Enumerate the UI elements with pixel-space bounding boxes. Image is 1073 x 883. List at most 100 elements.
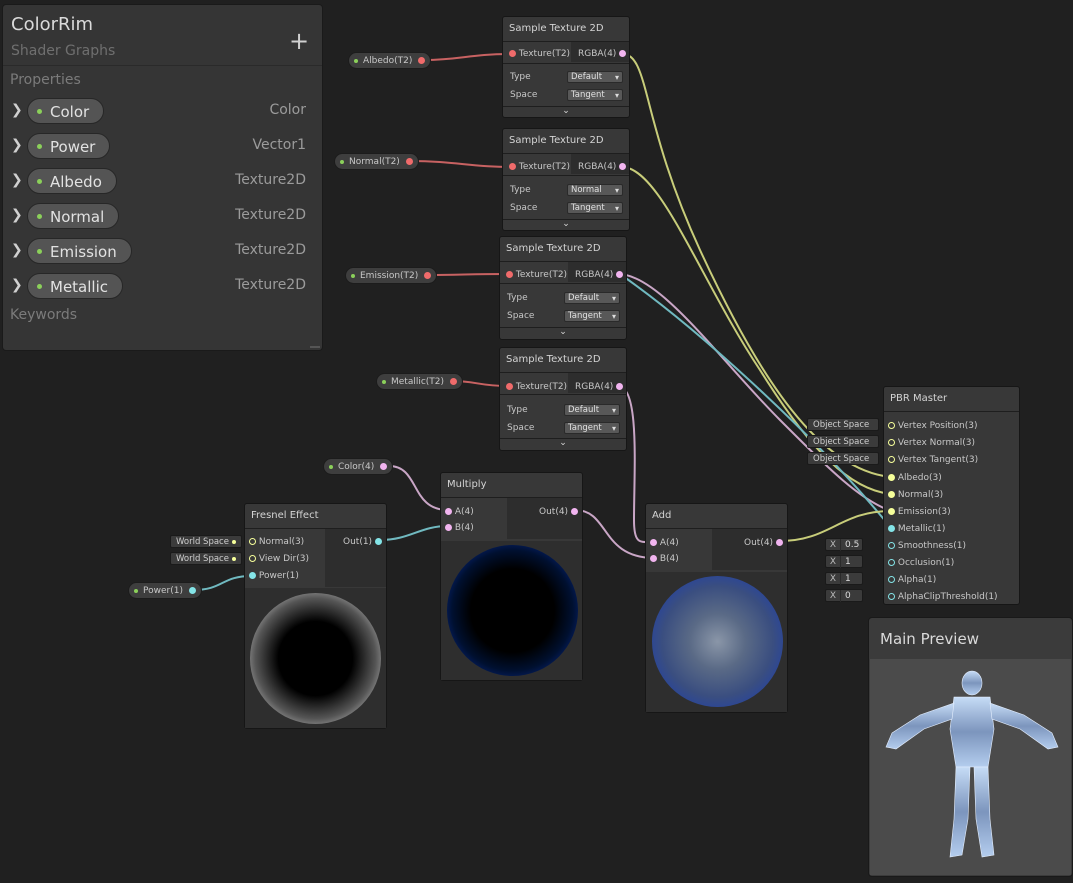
main-preview-viewport[interactable] xyxy=(870,659,1071,875)
output-port[interactable] xyxy=(619,50,627,57)
sample-texture-node-albedo[interactable]: Sample Texture 2D Texture(T2) RGBA(4) Ty… xyxy=(502,16,630,118)
fresnel-effect-node[interactable]: Fresnel Effect Normal(3) View Dir(3) Pow… xyxy=(244,503,387,729)
occlusion-slot[interactable]: Occlusion(1) xyxy=(888,558,954,568)
type-dropdown[interactable]: Default xyxy=(564,404,620,416)
texture-input-slot[interactable]: Texture(T2) xyxy=(506,382,567,392)
emission-slot[interactable]: Emission(3) xyxy=(888,507,951,517)
albedo-property-node[interactable]: Albedo(T2) xyxy=(348,52,432,69)
property-row-power[interactable]: ❯ Power Vector1 xyxy=(3,132,322,162)
input-port[interactable] xyxy=(888,456,895,463)
metallic-property-node[interactable]: Metallic(T2) xyxy=(376,373,464,390)
rgba-output-slot[interactable]: RGBA(4) xyxy=(578,162,627,172)
smoothness-value-field[interactable]: X 0.5 xyxy=(825,538,863,551)
output-port[interactable] xyxy=(570,508,578,515)
alpha-clip-slot[interactable]: AlphaClipThreshold(1) xyxy=(888,592,998,602)
output-port[interactable] xyxy=(380,463,388,470)
rgba-output-slot[interactable]: RGBA(4) xyxy=(575,382,624,392)
chevron-right-icon[interactable]: ❯ xyxy=(11,172,23,188)
power-property-node[interactable]: Power(1) xyxy=(128,582,202,599)
vertex-normal-space-inline[interactable]: Object Space xyxy=(807,435,879,448)
chevron-right-icon[interactable]: ❯ xyxy=(11,277,23,293)
output-port[interactable] xyxy=(418,57,426,64)
property-row-emission[interactable]: ❯ Emission Texture2D xyxy=(3,237,322,267)
main-preview-panel[interactable]: Main Preview xyxy=(868,617,1073,877)
vertex-tangent-slot[interactable]: Vertex Tangent(3) xyxy=(888,455,978,465)
add-property-button[interactable]: + xyxy=(289,27,309,55)
pbr-master-node[interactable]: PBR Master Vertex Position(3) Vertex Nor… xyxy=(883,386,1020,605)
out-output-slot[interactable]: Out(1) xyxy=(343,537,382,547)
input-port[interactable] xyxy=(888,542,895,549)
normal-space-inline[interactable]: World Space xyxy=(170,535,242,548)
property-row-albedo[interactable]: ❯ Albedo Texture2D xyxy=(3,167,322,197)
normal-slot[interactable]: Normal(3) xyxy=(888,490,943,500)
a-input-slot[interactable]: A(4) xyxy=(445,507,474,517)
output-port[interactable] xyxy=(450,378,458,385)
alpha-clip-value-field[interactable]: X0 xyxy=(825,589,863,602)
sample-texture-node-metallic[interactable]: Sample Texture 2D Texture(T2) RGBA(4) Ty… xyxy=(499,347,627,451)
expand-preview-icon[interactable]: ⌄ xyxy=(503,106,629,116)
property-row-normal[interactable]: ❯ Normal Texture2D xyxy=(3,202,322,232)
output-port[interactable] xyxy=(424,272,432,279)
blackboard-panel[interactable]: ColorRim Shader Graphs + Properties ❯ Co… xyxy=(2,4,323,351)
alpha-slot[interactable]: Alpha(1) xyxy=(888,575,936,585)
expand-preview-icon[interactable]: ⌄ xyxy=(500,438,626,448)
chevron-right-icon[interactable]: ❯ xyxy=(11,242,23,258)
output-port[interactable] xyxy=(616,383,624,390)
emission-property-node[interactable]: Emission(T2) xyxy=(345,267,438,284)
viewdir-space-inline[interactable]: World Space xyxy=(170,552,242,565)
property-pill[interactable]: Albedo xyxy=(27,168,117,194)
input-port[interactable] xyxy=(506,383,513,390)
rgba-output-slot[interactable]: RGBA(4) xyxy=(575,270,624,280)
input-port[interactable] xyxy=(650,555,657,562)
a-input-slot[interactable]: A(4) xyxy=(650,538,679,548)
output-port[interactable] xyxy=(619,163,627,170)
vertex-normal-slot[interactable]: Vertex Normal(3) xyxy=(888,438,975,448)
space-dropdown[interactable]: Tangent xyxy=(567,89,623,101)
rgba-output-slot[interactable]: RGBA(4) xyxy=(578,49,627,59)
space-dropdown[interactable]: Tangent xyxy=(567,202,623,214)
property-row-metallic[interactable]: ❯ Metallic Texture2D xyxy=(3,272,322,302)
type-dropdown[interactable]: Normal xyxy=(567,184,623,196)
b-input-slot[interactable]: B(4) xyxy=(445,523,474,533)
output-port[interactable] xyxy=(188,587,196,594)
input-port[interactable] xyxy=(888,508,895,515)
chevron-right-icon[interactable]: ❯ xyxy=(11,207,23,223)
input-port[interactable] xyxy=(888,576,895,583)
albedo-slot[interactable]: Albedo(3) xyxy=(888,473,942,483)
output-port[interactable] xyxy=(616,271,624,278)
input-port[interactable] xyxy=(509,163,516,170)
occlusion-value-field[interactable]: X1 xyxy=(825,555,863,568)
property-pill[interactable]: Emission xyxy=(27,238,132,264)
input-port[interactable] xyxy=(888,422,895,429)
property-pill[interactable]: Color xyxy=(27,98,105,124)
input-port[interactable] xyxy=(249,572,256,579)
input-port[interactable] xyxy=(650,539,657,546)
chevron-right-icon[interactable]: ❯ xyxy=(11,102,23,118)
input-port[interactable] xyxy=(888,491,895,498)
output-port[interactable] xyxy=(374,538,382,545)
space-dropdown[interactable]: Tangent xyxy=(564,422,620,434)
input-port[interactable] xyxy=(888,474,895,481)
input-port[interactable] xyxy=(249,555,256,562)
resize-handle[interactable] xyxy=(310,346,320,348)
color-property-node[interactable]: Color(4) xyxy=(323,458,394,475)
normal-property-node[interactable]: Normal(T2) xyxy=(334,153,419,170)
b-input-slot[interactable]: B(4) xyxy=(650,554,679,564)
property-pill[interactable]: Normal xyxy=(27,203,120,229)
type-dropdown[interactable]: Default xyxy=(567,71,623,83)
property-pill[interactable]: Power xyxy=(27,133,111,159)
texture-input-slot[interactable]: Texture(T2) xyxy=(509,162,570,172)
output-port[interactable] xyxy=(775,539,783,546)
viewdir-input-slot[interactable]: View Dir(3) xyxy=(249,554,309,564)
expand-preview-icon[interactable]: ⌄ xyxy=(503,219,629,229)
chevron-right-icon[interactable]: ❯ xyxy=(11,137,23,153)
sample-texture-node-emission[interactable]: Sample Texture 2D Texture(T2) RGBA(4) Ty… xyxy=(499,236,627,340)
type-dropdown[interactable]: Default xyxy=(564,292,620,304)
output-port[interactable] xyxy=(405,158,413,165)
expand-preview-icon[interactable]: ⌄ xyxy=(500,327,626,337)
input-port[interactable] xyxy=(888,439,895,446)
out-output-slot[interactable]: Out(4) xyxy=(744,538,783,548)
texture-input-slot[interactable]: Texture(T2) xyxy=(506,270,567,280)
input-port[interactable] xyxy=(888,593,895,600)
input-port[interactable] xyxy=(249,538,256,545)
